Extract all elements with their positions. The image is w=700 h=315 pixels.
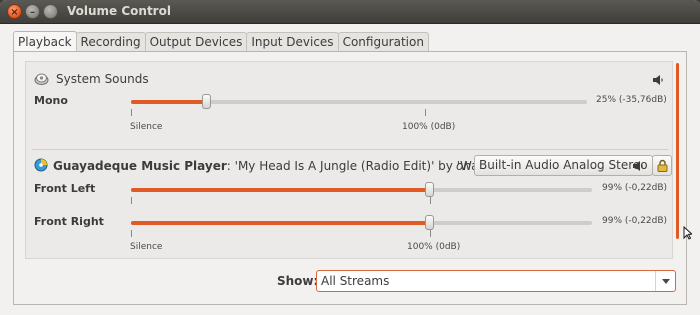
stream-title: System Sounds: [56, 72, 149, 86]
scale-label-silence: Silence: [130, 242, 163, 252]
chevron-down-icon[interactable]: [655, 271, 675, 291]
front-right-readout: 99% (-0,22dB): [602, 216, 668, 226]
music-player-icon: [34, 158, 48, 172]
system-sounds-icon: [34, 73, 49, 85]
scrollbar-thumb[interactable]: [676, 63, 679, 239]
output-device-button[interactable]: Built-in Audio Analog Stereo: [474, 155, 653, 176]
volume-slider-fill: [131, 221, 429, 225]
tick-silence: [131, 230, 132, 237]
close-button[interactable]: ×: [7, 4, 22, 19]
tick-full: [430, 230, 431, 237]
tab-output-devices[interactable]: Output Devices: [144, 32, 248, 52]
scale-label-full: 100% (0dB): [402, 122, 456, 132]
stream-system-sounds: System Sounds Mono 25% (-35,76dB) Silenc…: [26, 62, 672, 150]
front-right-slider[interactable]: [131, 215, 592, 230]
show-streams-value: All Streams: [321, 274, 390, 288]
scale-label-silence: Silence: [130, 122, 163, 132]
lock-icon: [657, 159, 668, 172]
title-bar[interactable]: × – Volume Control: [0, 0, 700, 24]
stream-separator: [32, 149, 668, 150]
front-left-slider[interactable]: [131, 182, 592, 197]
tick-silence: [131, 109, 132, 116]
tab-input-devices[interactable]: Input Devices: [246, 32, 339, 52]
front-right-scale: [131, 230, 592, 238]
volume-slider[interactable]: [131, 94, 587, 109]
playback-panel: System Sounds Mono 25% (-35,76dB) Silenc…: [13, 51, 687, 305]
show-label: Show:: [277, 274, 319, 288]
on-label: on: [456, 159, 471, 173]
front-left-scale: [131, 197, 592, 205]
tick-silence: [131, 197, 132, 204]
title-separator: :: [226, 159, 231, 173]
channel-label-front-right: Front Right: [34, 215, 104, 228]
mute-speaker-icon[interactable]: [651, 73, 665, 87]
mute-speaker-icon[interactable]: [631, 159, 645, 173]
tab-playback[interactable]: Playback: [13, 31, 77, 53]
minimize-button[interactable]: –: [25, 4, 40, 19]
maximize-button[interactable]: [43, 4, 58, 19]
volume-slider-handle[interactable]: [202, 94, 211, 109]
volume-slider-handle[interactable]: [425, 182, 434, 197]
volume-readout: 25% (-35,76dB): [596, 95, 667, 105]
mouse-pointer-icon: [683, 226, 692, 240]
channel-label: Mono: [34, 94, 68, 107]
tab-recording[interactable]: Recording: [75, 32, 146, 52]
front-left-readout: 99% (-0,22dB): [602, 183, 668, 193]
tab-bar: Playback Recording Output Devices Input …: [13, 31, 429, 53]
lock-channels-button[interactable]: [652, 155, 672, 176]
volume-slider-fill: [131, 100, 206, 104]
tick-full: [425, 109, 426, 116]
volume-scale: [131, 109, 587, 117]
channel-label-front-left: Front Left: [34, 182, 96, 195]
window-edge: [689, 24, 700, 315]
tab-configuration[interactable]: Configuration: [337, 32, 429, 52]
show-streams-select[interactable]: All Streams: [316, 270, 676, 292]
window-title: Volume Control: [67, 4, 171, 18]
volume-slider-handle[interactable]: [425, 215, 434, 230]
scale-label-full: 100% (0dB): [407, 242, 461, 252]
stream-music-player: Guayadeque Music Player: 'My Head Is A J…: [26, 151, 672, 258]
volume-control-window: × – Volume Control Playback Recording Ou…: [0, 0, 700, 315]
tick-full: [430, 197, 431, 204]
volume-slider-fill: [131, 188, 429, 192]
app-name: Guayadeque Music Player: [53, 159, 227, 173]
stream-list[interactable]: System Sounds Mono 25% (-35,76dB) Silenc…: [25, 61, 673, 259]
